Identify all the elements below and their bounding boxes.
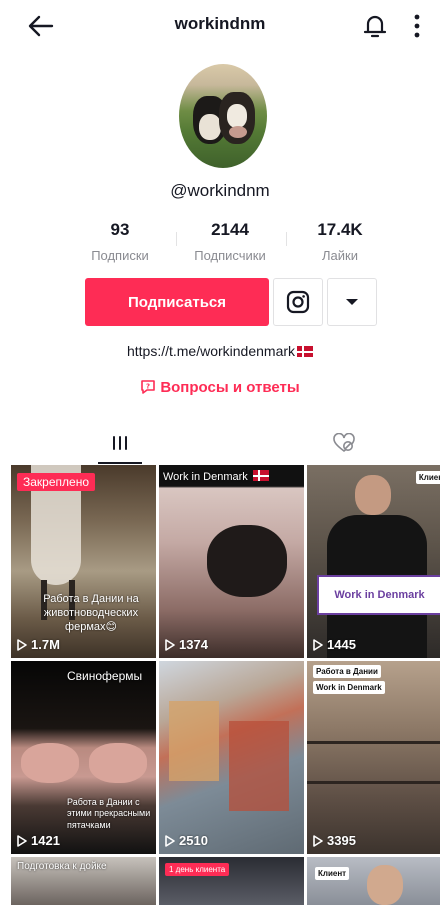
sign-board: Work in Denmark — [317, 575, 440, 615]
video-caption: Работа в Дании на животноводческих ферма… — [43, 593, 139, 633]
more-options-button[interactable] — [327, 278, 377, 326]
bell-icon[interactable] — [362, 12, 388, 40]
denmark-flag-icon — [297, 346, 314, 357]
bio-link-text: https://t.me/workindenmark — [126, 343, 296, 359]
avatar-cow-face-right — [227, 104, 247, 128]
question-bubble-icon: ? — [141, 380, 156, 394]
building-shape — [229, 721, 289, 811]
video-tile[interactable]: Свинофермы Работа в Дании с этими прекра… — [11, 661, 156, 854]
video-tile[interactable]: 1 день клиента — [159, 857, 304, 905]
view-count: 3395 — [313, 833, 356, 848]
stat-followers-value: 2144 — [211, 220, 249, 239]
pinned-badge: Закреплено — [17, 473, 95, 491]
stat-likes-value: 17.4K — [317, 220, 363, 239]
stat-following[interactable]: 93 Подписки — [65, 220, 175, 263]
content-tabs — [0, 422, 440, 464]
play-icon — [17, 834, 27, 847]
caret-down-icon — [346, 299, 358, 305]
pig-snout-shape — [21, 743, 79, 783]
tab-videos[interactable] — [98, 422, 142, 464]
video-tile[interactable]: 2510 — [159, 661, 304, 854]
view-count-value: 3395 — [327, 833, 356, 848]
video-tag: Работа в Дании — [313, 665, 381, 678]
play-icon — [313, 638, 323, 651]
view-count: 1374 — [165, 637, 208, 652]
top-bar: workindnm — [0, 0, 440, 52]
sign-board-text: Work in Denmark — [334, 589, 425, 601]
stat-likes-label: Лайки — [322, 248, 358, 263]
view-count: 1.7M — [17, 637, 60, 652]
video-tag-text: Work in Denmark — [163, 471, 248, 483]
stat-following-label: Подписки — [91, 248, 149, 263]
video-caption: Работа в Дании с этими прекрасными пятач… — [67, 797, 151, 830]
video-tile[interactable]: Работа в Дании Work in Denmark 3395 — [307, 661, 440, 854]
video-tag: Work in Denmark — [163, 470, 269, 485]
view-count-value: 1421 — [31, 833, 60, 848]
instagram-button[interactable] — [273, 278, 323, 326]
floor-line-shape — [307, 781, 440, 784]
denmark-flag-icon — [252, 470, 269, 481]
view-count-value: 1374 — [179, 637, 208, 652]
view-count-value: 1445 — [327, 637, 356, 652]
play-icon — [165, 638, 175, 651]
video-tile[interactable]: Work in Denmark 1374 — [159, 465, 304, 658]
stat-following-value: 93 — [110, 220, 130, 239]
follow-button[interactable]: Подписаться — [85, 278, 269, 326]
video-tile[interactable]: Клиент — [307, 857, 440, 905]
floor-line-shape — [307, 741, 440, 744]
avatar-cow-face-left — [199, 114, 221, 140]
instagram-icon — [286, 290, 310, 314]
video-tile[interactable]: Подготовка к дойке — [11, 857, 156, 905]
video-tag: Work in Denmark — [313, 681, 385, 694]
stat-followers-label: Подписчики — [194, 248, 266, 263]
play-icon — [313, 834, 323, 847]
hidden-heart-icon — [333, 433, 355, 453]
play-icon — [165, 834, 175, 847]
video-tile[interactable]: Закреплено Работа в Дании на животноводч… — [11, 465, 156, 658]
building-shape — [169, 701, 219, 781]
view-count-value: 1.7M — [31, 637, 60, 652]
person-face-shape — [355, 475, 391, 515]
play-icon — [17, 638, 27, 651]
avatar-cow-nose — [229, 126, 247, 138]
qa-link[interactable]: ? Вопросы и ответы — [0, 379, 440, 396]
view-count: 2510 — [165, 833, 208, 848]
more-vertical-icon[interactable] — [410, 12, 424, 40]
video-tag: Клиент — [315, 867, 350, 880]
qa-label: Вопросы и ответы — [160, 379, 300, 396]
grid-icon — [113, 436, 127, 450]
video-tag: Клиент — [415, 471, 440, 484]
video-title: Свинофермы — [67, 669, 143, 683]
tab-liked[interactable] — [322, 422, 366, 464]
video-caption: Подготовка к дойке — [17, 861, 107, 872]
tab-active-indicator — [98, 462, 142, 464]
stat-followers[interactable]: 2144 Подписчики — [175, 220, 285, 263]
bio-link[interactable]: https://t.me/workindenmark — [0, 343, 440, 359]
view-count: 1445 — [313, 637, 356, 652]
svg-text:?: ? — [146, 383, 150, 391]
person-face-shape — [367, 865, 403, 905]
video-tag: 1 день клиента — [165, 863, 230, 876]
stat-likes[interactable]: 17.4K Лайки — [285, 220, 395, 263]
cow-nose-shape — [207, 525, 287, 597]
avatar[interactable] — [179, 64, 267, 168]
view-count: 1421 — [17, 833, 60, 848]
pig-snout-shape — [89, 743, 147, 783]
video-tile[interactable]: Клиент Work in Denmark 1445 — [307, 465, 440, 658]
view-count-value: 2510 — [179, 833, 208, 848]
profile-handle: @workindnm — [170, 181, 270, 200]
